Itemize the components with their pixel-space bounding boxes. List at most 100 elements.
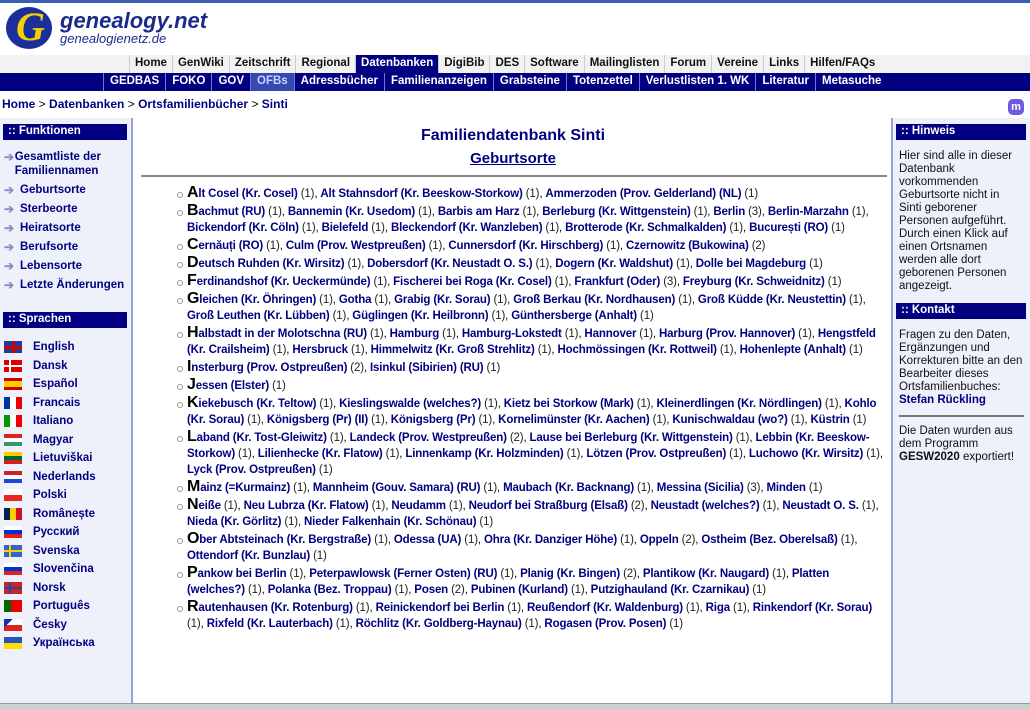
place-link[interactable]: Bickendorf (Kr. Cöln) [187, 222, 299, 234]
nav-item-des[interactable]: DES [489, 55, 524, 73]
language-label[interactable]: Português [33, 600, 90, 612]
language-lt[interactable]: Lietuviškai [4, 449, 131, 468]
language-label[interactable]: Lietuviškai [33, 452, 92, 464]
place-link[interactable]: Dogern (Kr. Waldshut) [555, 258, 673, 270]
subnav-item-foko[interactable]: FOKO [165, 73, 211, 91]
nav-item-hilfen-faqs[interactable]: Hilfen/FAQs [804, 55, 880, 73]
place-link[interactable]: Himmelwitz (Kr. Groß Strehlitz) [371, 344, 535, 356]
function-link-geburtsorte[interactable]: ➔ Geburtsorte [4, 183, 131, 197]
place-link[interactable]: Grabig (Kr. Sorau) [394, 294, 490, 306]
language-label[interactable]: Русский [33, 526, 79, 538]
place-link[interactable]: Neudamm [391, 500, 446, 512]
place-link[interactable]: Harburg (Prov. Hannover) [659, 328, 795, 340]
place-link[interactable]: Hannover [584, 328, 636, 340]
place-link[interactable]: Gotha [339, 294, 372, 306]
place-link[interactable]: Hohenlepte (Anhalt) [740, 344, 847, 356]
nav-item-software[interactable]: Software [524, 55, 584, 73]
breadcrumb-item[interactable]: Sinti [262, 97, 288, 111]
place-link[interactable]: Oppeln [640, 534, 679, 546]
place-link[interactable]: Maubach (Kr. Backnang) [503, 482, 634, 494]
place-link[interactable]: Halbstadt in der Molotschna (RU) [187, 325, 367, 341]
place-link[interactable]: Nieder Falkenhain (Kr. Schönau) [304, 516, 477, 528]
place-link[interactable]: Ottendorf (Kr. Bunzlau) [187, 550, 310, 562]
language-label[interactable]: Italiano [33, 415, 73, 427]
place-link[interactable]: Dobersdorf (Kr. Neustadt O. S.) [367, 258, 532, 270]
place-link[interactable]: Hersbruck [292, 344, 348, 356]
nav-item-forum[interactable]: Forum [664, 55, 711, 73]
nav-item-regional[interactable]: Regional [295, 55, 355, 73]
place-link[interactable]: Alt Stahnsdorf (Kr. Beeskow-Storkow) [320, 188, 522, 200]
language-label[interactable]: Francais [33, 397, 80, 409]
nav-item-links[interactable]: Links [763, 55, 804, 73]
place-link[interactable]: Lause bei Berleburg (Kr. Wittgenstein) [530, 432, 733, 444]
function-link-letzte-nderungen[interactable]: ➔ Letzte Änderungen [4, 278, 131, 292]
place-link[interactable]: Alt Cosel (Kr. Cosel) [187, 185, 298, 201]
function-label[interactable]: Geburtsorte [20, 183, 86, 197]
mastodon-icon[interactable]: m [1008, 99, 1024, 115]
nav-item-datenbanken[interactable]: Datenbanken [355, 55, 439, 73]
subnav-item-familienanzeigen[interactable]: Familienanzeigen [384, 73, 493, 91]
place-link[interactable]: Peterpawlowsk (Ferner Osten) (RU) [309, 568, 497, 580]
language-cz[interactable]: Česky [4, 616, 131, 635]
language-label[interactable]: English [33, 341, 75, 353]
place-link[interactable]: București (RO) [749, 222, 828, 234]
place-link[interactable]: Neu Lubrza (Kr. Flatow) [244, 500, 369, 512]
nav-item-genwiki[interactable]: GenWiki [171, 55, 229, 73]
language-label[interactable]: Svenska [33, 545, 80, 557]
subnav-item-gedbas[interactable]: GEDBAS [103, 73, 165, 91]
place-link[interactable]: Cernăuți (RO) [187, 237, 263, 253]
subnav-item-gov[interactable]: GOV [211, 73, 250, 91]
place-link[interactable]: Bleckendorf (Kr. Wanzleben) [391, 222, 543, 234]
language-nl[interactable]: Nederlands [4, 468, 131, 487]
place-link[interactable]: Barbis am Harz [438, 206, 520, 218]
place-link[interactable]: Planig (Kr. Bingen) [520, 568, 620, 580]
place-link[interactable]: Rinkendorf (Kr. Sorau) [753, 602, 873, 614]
place-link[interactable]: Putzighauland (Kr. Czarnikau) [591, 584, 750, 596]
breadcrumb-item[interactable]: Ortsfamilienbücher [138, 97, 248, 111]
place-link[interactable]: Neudorf bei Straßburg (Elsaß) [469, 500, 628, 512]
language-label[interactable]: Українська [33, 637, 95, 649]
place-link[interactable]: Güglingen (Kr. Heilbronn) [352, 310, 488, 322]
language-ru[interactable]: Русский [4, 523, 131, 542]
place-link[interactable]: Ohra (Kr. Danziger Höhe) [484, 534, 617, 546]
place-link[interactable]: Dolle bei Magdeburg [696, 258, 806, 270]
place-link[interactable]: Freyburg (Kr. Schweidnitz) [683, 276, 825, 288]
function-link-lebensorte[interactable]: ➔ Lebensorte [4, 259, 131, 273]
language-fr[interactable]: Francais [4, 394, 131, 413]
function-label[interactable]: Sterbeorte [20, 202, 78, 216]
language-ua[interactable]: Українська [4, 634, 131, 653]
place-link[interactable]: Luchowo (Kr. Wirsitz) [749, 448, 863, 460]
place-link[interactable]: Reußendorf (Kr. Waldenburg) [527, 602, 683, 614]
place-link[interactable]: Neiße [187, 497, 221, 513]
place-link[interactable]: Röchlitz (Kr. Goldberg-Haynau) [356, 618, 522, 630]
place-link[interactable]: Kiekebusch (Kr. Teltow) [187, 395, 316, 411]
place-link[interactable]: Odessa (UA) [394, 534, 462, 546]
language-hu[interactable]: Magyar [4, 431, 131, 450]
place-link[interactable]: Pubinen (Kurland) [471, 584, 568, 596]
place-link[interactable]: Groß Küdde (Kr. Neustettin) [698, 294, 846, 306]
language-label[interactable]: Česky [33, 619, 67, 631]
place-link[interactable]: Posen [414, 584, 448, 596]
nav-item-vereine[interactable]: Vereine [711, 55, 763, 73]
place-link[interactable]: Bachmut (RU) [187, 203, 265, 219]
place-link[interactable]: Bannemin (Kr. Usedom) [288, 206, 415, 218]
place-link[interactable]: Königsberg (Pr) (II) [267, 414, 368, 426]
place-link[interactable]: Isinkul (Sibirien) (RU) [370, 362, 484, 374]
subnav-item-grabsteine[interactable]: Grabsteine [492, 73, 566, 91]
place-link[interactable]: Plantikow (Kr. Naugard) [643, 568, 769, 580]
language-uk[interactable]: English [4, 338, 131, 357]
language-pt[interactable]: Português [4, 597, 131, 616]
nav-item-mailinglisten[interactable]: Mailinglisten [583, 55, 665, 73]
place-link[interactable]: Rogasen (Prov. Posen) [544, 618, 666, 630]
place-link[interactable]: Linnenkamp (Kr. Holzminden) [405, 448, 563, 460]
function-link-berufsorte[interactable]: ➔ Berufsorte [4, 240, 131, 254]
place-link[interactable]: Neustadt O. S. [782, 500, 859, 512]
place-link[interactable]: Mainz (=Kurmainz) [187, 479, 290, 495]
place-link[interactable]: Rixfeld (Kr. Lauterbach) [207, 618, 333, 630]
function-label[interactable]: Letzte Änderungen [20, 278, 124, 292]
page-subtitle[interactable]: Geburtsorte [135, 150, 891, 167]
place-link[interactable]: Königsberg (Pr) [391, 414, 476, 426]
place-link[interactable]: Ober Abtsteinach (Kr. Bergstraße) [187, 531, 371, 547]
place-link[interactable]: Rautenhausen (Kr. Rotenburg) [187, 599, 353, 615]
place-link[interactable]: Lyck (Prov. Ostpreußen) [187, 464, 316, 476]
